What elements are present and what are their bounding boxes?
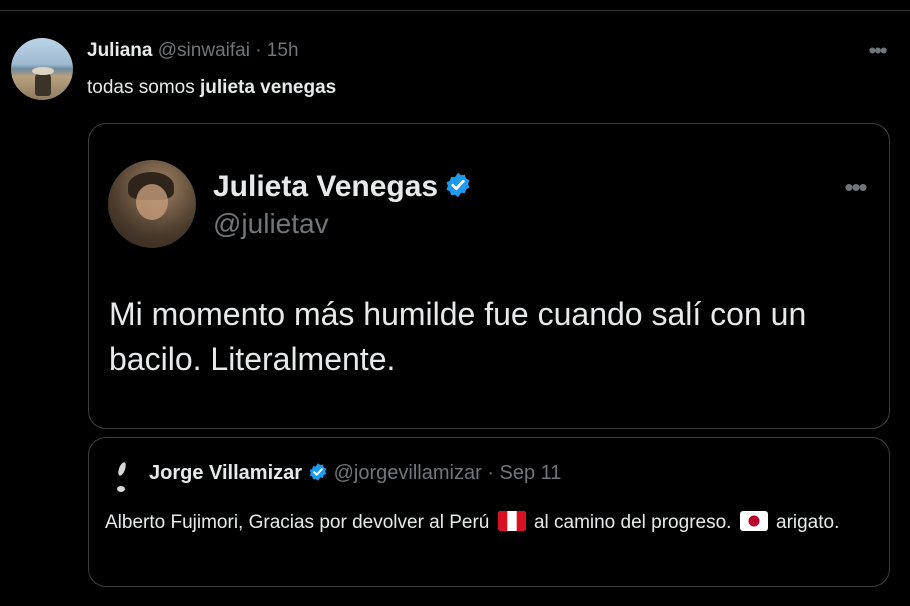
nested-text-part1: Alberto Fujimori, Gracias por devolver a… [105, 512, 490, 533]
author-handle[interactable]: @sinwaifai [158, 40, 250, 61]
quoted-author-handle[interactable]: @julietav [213, 208, 329, 240]
avatar-leaf [117, 486, 125, 492]
quoted-tweet-card[interactable]: Julieta Venegas @julietav ••• Mi momento… [88, 123, 890, 429]
nested-author-name[interactable]: Jorge Villamizar [149, 462, 302, 484]
tweet-text: todas somos julieta venegas [87, 77, 336, 99]
quoted-avatar[interactable] [108, 160, 196, 248]
nested-text-part2: al camino del progreso. [533, 512, 732, 533]
nested-author-handle[interactable]: @jorgevillamizar [334, 462, 482, 484]
nested-avatar[interactable] [111, 458, 137, 496]
quoted-author-name[interactable]: Julieta Venegas [213, 170, 472, 204]
quoted-tweet-text: Mi momento más humilde fue cuando salí c… [109, 296, 807, 377]
nested-header: Jorge Villamizar @jorgevillamizar · Sep … [149, 462, 561, 485]
tweet-text-plain: todas somos [87, 77, 200, 98]
more-horizontal-icon[interactable]: ••• [835, 174, 875, 204]
avatar-leaf [116, 461, 128, 477]
nested-quote-card[interactable]: Jorge Villamizar @jorgevillamizar · Sep … [88, 437, 890, 587]
avatar-hat [32, 67, 54, 75]
tweet-header: Juliana @sinwaifai · 15h [87, 40, 299, 62]
author-name[interactable]: Juliana [87, 40, 152, 61]
nested-date[interactable]: · Sep 11 [487, 462, 561, 484]
top-divider [0, 10, 910, 11]
nested-quote-text: Alberto Fujimori, Gracias por devolver a… [105, 508, 875, 538]
verified-badge-icon [446, 172, 470, 198]
avatar[interactable] [11, 38, 73, 100]
tweet-text-bold: julieta venegas [200, 77, 337, 98]
more-horizontal-icon[interactable]: ••• [862, 38, 892, 68]
verified-badge-icon [309, 463, 327, 481]
tweet-time[interactable]: · 15h [255, 40, 298, 61]
japan-flag-icon [739, 511, 768, 531]
peru-flag-icon [497, 511, 526, 531]
quoted-author-name-text: Julieta Venegas [213, 170, 439, 203]
avatar-face [136, 184, 168, 220]
nested-text-part3: arigato. [776, 512, 840, 533]
avatar-figure [35, 72, 51, 96]
